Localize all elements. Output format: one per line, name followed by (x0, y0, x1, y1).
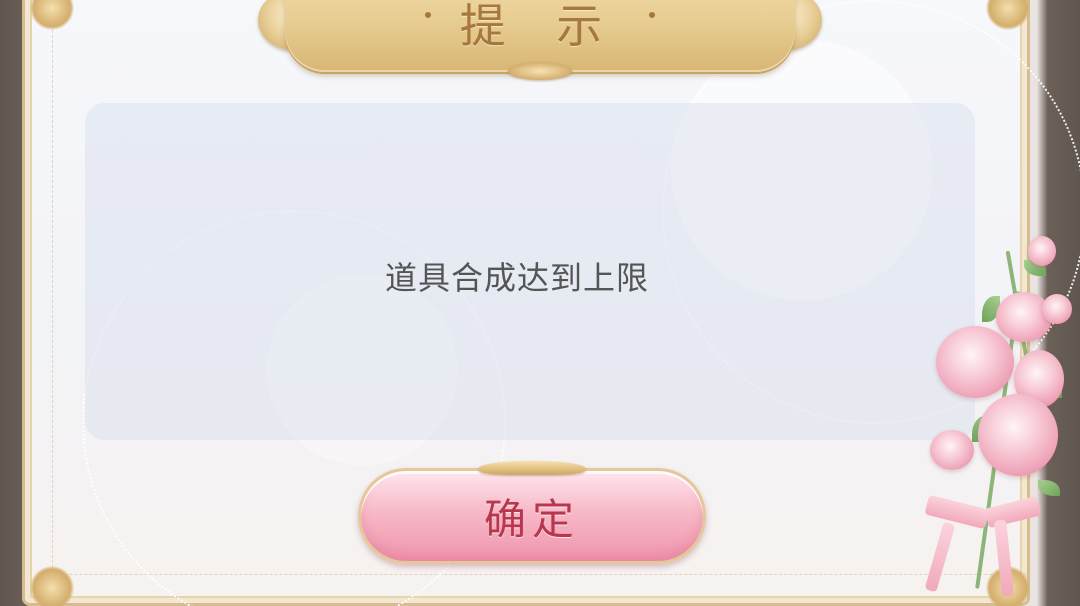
confirm-button-label: 确定 (483, 494, 580, 544)
banner-ornament-icon (508, 62, 572, 80)
button-crown-ornament-icon (479, 461, 585, 475)
confirm-button[interactable]: 确定 (358, 468, 706, 564)
dialog-message: 道具合成达到上限 (384, 259, 649, 297)
leaf-icon (1038, 380, 1062, 398)
dialog-title: 提 示 (459, 0, 621, 53)
confirm-button-wrapper: 确定 (358, 461, 708, 566)
game-screen: 提 示 道具合成达到上限 确定 (0, 0, 1080, 606)
leaf-icon (1038, 480, 1060, 496)
rosebud-icon (1042, 294, 1072, 324)
corner-ornament-icon (986, 566, 1030, 606)
corner-ornament-icon (30, 566, 74, 606)
